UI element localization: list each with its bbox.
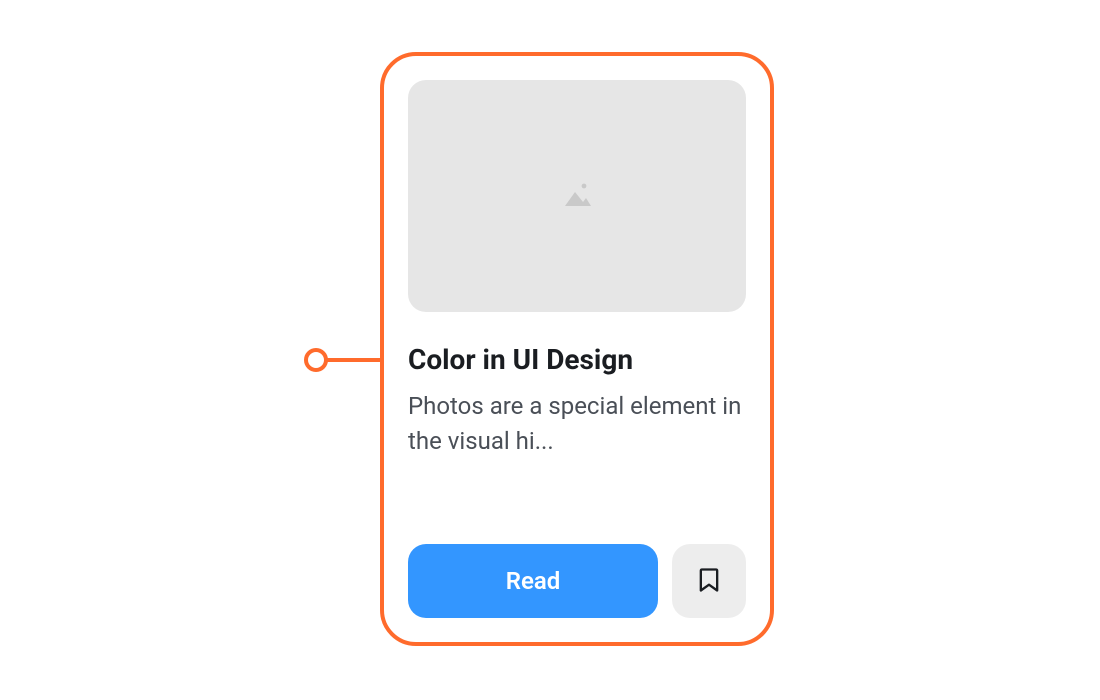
card-description: Photos are a special element in the visu… xyxy=(408,389,746,459)
image-icon xyxy=(553,170,601,222)
card-actions: Read xyxy=(408,544,746,618)
bookmark-button[interactable] xyxy=(672,544,746,618)
card-title: Color in UI Design xyxy=(408,342,746,377)
article-card: Color in UI Design Photos are a special … xyxy=(380,52,774,646)
bookmark-icon xyxy=(695,566,723,597)
card-image-placeholder xyxy=(408,80,746,312)
read-button[interactable]: Read xyxy=(408,544,658,618)
card-body: Color in UI Design Photos are a special … xyxy=(408,312,746,618)
annotation-connector xyxy=(326,358,382,362)
annotation-node xyxy=(304,348,328,372)
